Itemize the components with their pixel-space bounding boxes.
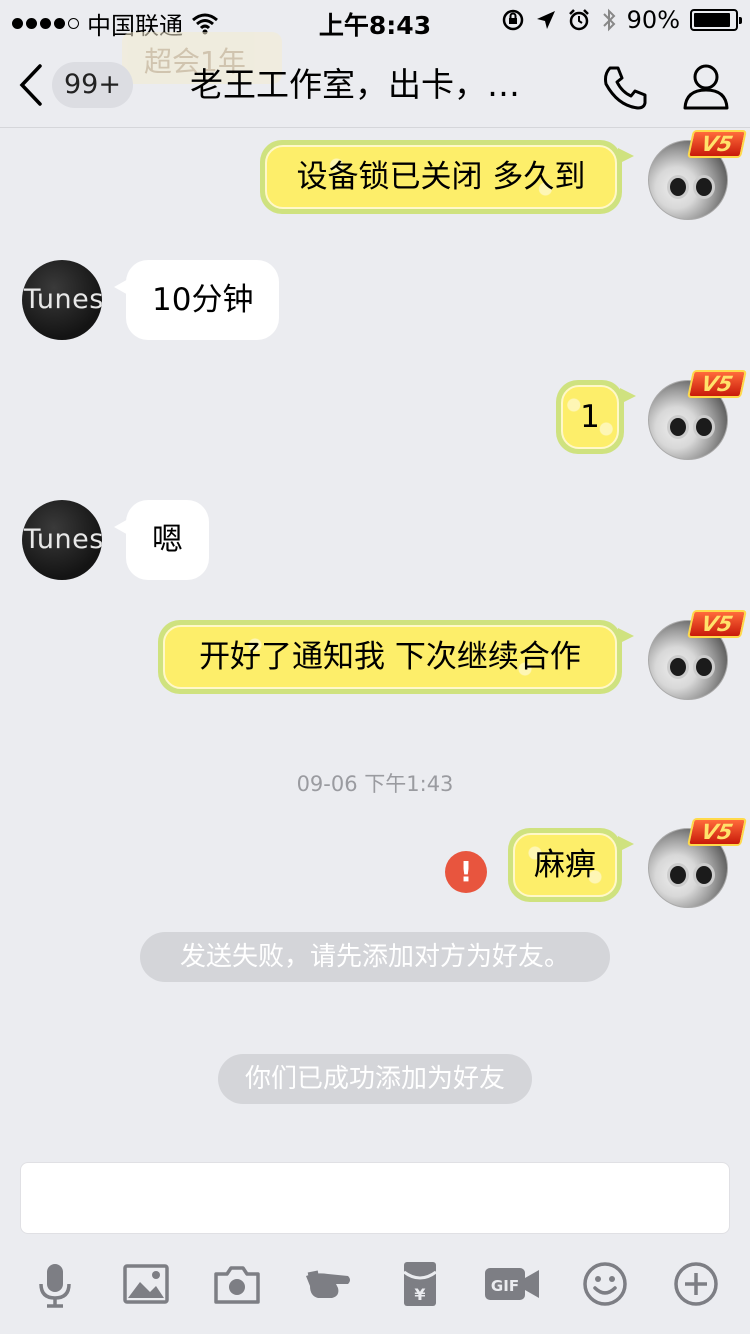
message-text: 开好了通知我 下次继续合作 xyxy=(163,625,617,689)
vip-badge: V5 xyxy=(687,130,747,158)
avatar-other[interactable]: Tunes xyxy=(22,260,102,340)
message-row: 1 V5 xyxy=(0,370,750,468)
message-text: 10分钟 xyxy=(152,282,254,318)
gif-label: GIF xyxy=(491,1277,519,1295)
gif-icon[interactable]: GIF xyxy=(483,1256,543,1312)
message-bubble-outgoing[interactable]: 1 xyxy=(556,380,636,454)
message-row: Tunes 10分钟 xyxy=(0,260,750,350)
phone-icon[interactable] xyxy=(600,62,650,112)
location-arrow-icon xyxy=(536,11,555,29)
system-notice-friend-added: 你们已成功添加为好友 xyxy=(218,1054,532,1104)
camera-icon[interactable] xyxy=(209,1256,265,1312)
message-row: Tunes 嗯 xyxy=(0,500,750,590)
input-toolbar: ¥ GIF xyxy=(0,1256,750,1316)
poke-hand-icon[interactable] xyxy=(300,1256,356,1312)
back-chevron-icon[interactable] xyxy=(14,62,54,108)
message-text: 设备锁已关闭 多久到 xyxy=(265,145,617,209)
message-input[interactable] xyxy=(20,1162,730,1234)
red-packet-icon[interactable]: ¥ xyxy=(392,1256,448,1312)
status-bar: 中国联通 上午8:43 90% xyxy=(0,0,750,40)
battery-icon xyxy=(690,9,742,31)
vip-badge: V5 xyxy=(687,610,747,638)
message-bubble-outgoing[interactable]: 设备锁已关闭 多久到 xyxy=(260,140,634,214)
message-timestamp: 09-06 下午1:43 xyxy=(296,772,454,796)
message-bubble-outgoing[interactable]: 开好了通知我 下次继续合作 xyxy=(158,620,634,694)
message-bubble-incoming[interactable]: 10分钟 xyxy=(114,260,280,340)
battery-percent: 90% xyxy=(626,6,680,34)
vip-badge: V5 xyxy=(687,370,747,398)
vip-badge: V5 xyxy=(687,818,747,846)
avatar-other[interactable]: Tunes xyxy=(22,500,102,580)
message-row: 设备锁已关闭 多久到 V5 xyxy=(0,130,750,228)
svg-text:¥: ¥ xyxy=(414,1285,425,1304)
emoji-icon[interactable] xyxy=(577,1256,633,1312)
microphone-icon[interactable] xyxy=(27,1256,83,1312)
message-row: 麻痹 V5 xyxy=(0,818,750,916)
message-text: 1 xyxy=(561,385,619,449)
person-icon[interactable] xyxy=(680,60,732,112)
rotation-lock-icon xyxy=(502,9,523,31)
status-right: 90% xyxy=(501,6,742,34)
page-title[interactable]: 老王工作室，出卡，… xyxy=(190,62,560,108)
message-row: 开好了通知我 下次继续合作 V5 xyxy=(0,610,750,708)
message-text: 麻痹 xyxy=(513,833,617,897)
plus-icon[interactable] xyxy=(668,1256,724,1312)
system-notice-send-failed: 发送失败，请先添加对方为好友。 xyxy=(140,932,610,982)
message-text: 嗯 xyxy=(152,522,183,558)
message-bubble-outgoing[interactable]: 麻痹 xyxy=(508,828,634,902)
image-icon[interactable] xyxy=(118,1256,174,1312)
unread-count-badge[interactable]: 99+ xyxy=(52,62,133,108)
nav-bar: 超会1年 99+ 老王工作室，出卡，… xyxy=(0,32,750,128)
bluetooth-icon xyxy=(602,8,616,32)
alarm-icon xyxy=(568,9,589,31)
message-bubble-incoming[interactable]: 嗯 xyxy=(114,500,209,580)
